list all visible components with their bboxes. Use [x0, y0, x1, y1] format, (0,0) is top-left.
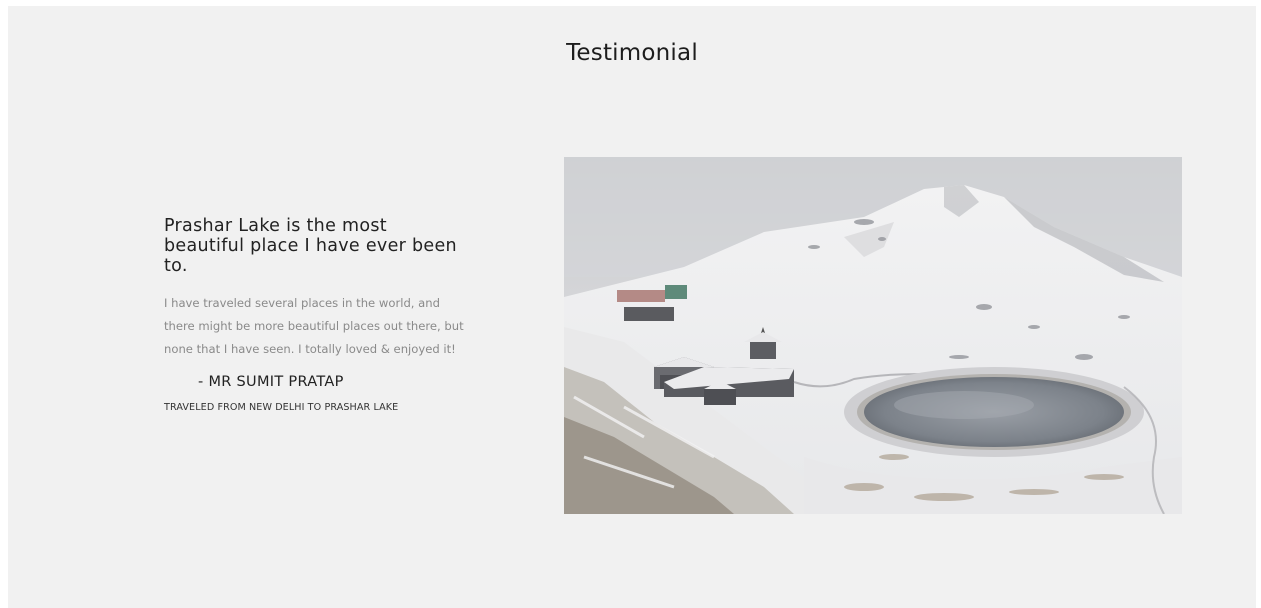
testimonial-quote: Prashar Lake is the most beautiful place… — [164, 216, 464, 413]
testimonial-body: I have traveled several places in the wo… — [164, 296, 464, 356]
section-title: Testimonial — [566, 40, 698, 66]
testimonial-author: - MR SUMIT PRATAP — [198, 374, 344, 390]
snowy-lake-image — [564, 157, 1182, 514]
testimonial-headline: Prashar Lake is the most beautiful place… — [164, 216, 457, 276]
testimonial-photo — [564, 157, 1182, 514]
testimonial-section: Testimonial Prashar Lake is the most bea… — [8, 6, 1256, 608]
testimonial-route: TRAVELED FROM NEW DELHI TO PRASHAR LAKE — [164, 402, 399, 413]
